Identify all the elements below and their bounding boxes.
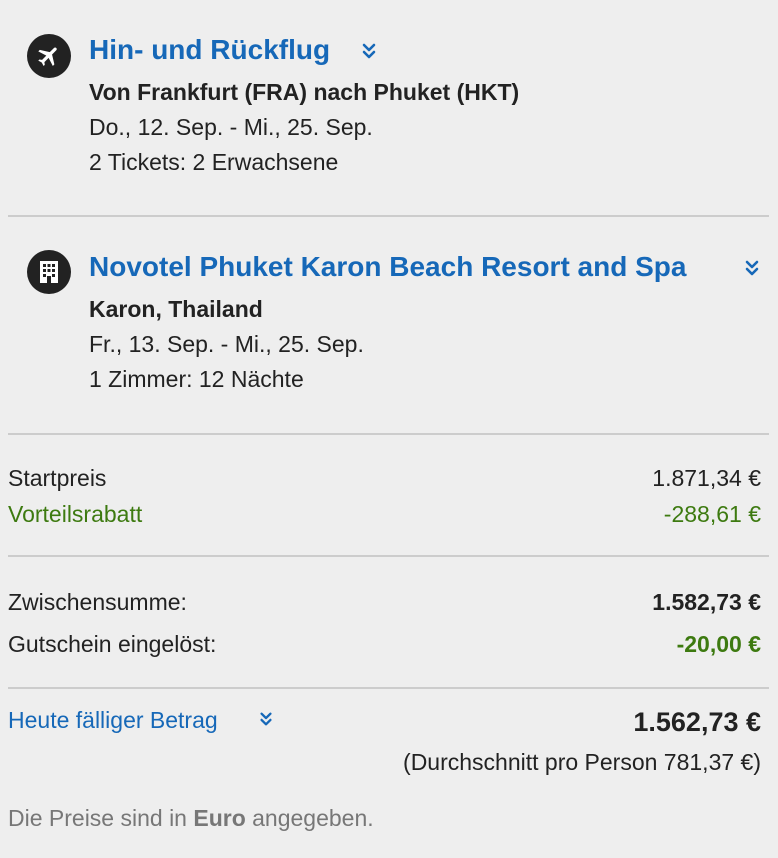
start-price-label: Startpreis [8,465,107,491]
hotel-dates: Fr., 13. Sep. - Mi., 25. Sep. [89,331,364,357]
divider [8,555,769,557]
flight-title-link[interactable]: Hin- und Rückflug [89,34,330,66]
divider [8,687,769,689]
currency-note: Die Preise sind in Euro angegeben. [8,805,374,832]
average-per-person: (Durchschnitt pro Person 781,37 €) [403,749,761,775]
building-icon [27,250,71,294]
voucher-value: -20,00 € [676,631,761,657]
divider [8,215,769,217]
divider [8,433,769,435]
flight-route: Von Frankfurt (FRA) nach Phuket (HKT) [89,79,520,105]
subtotal-label: Zwischensumme: [8,589,187,615]
due-amount-value: 1.562,73 € [633,707,761,737]
currency-note-prefix: Die Preise sind in [8,805,194,831]
hotel-location: Karon, Thailand [89,296,263,322]
discount-label: Vorteilsrabatt [8,501,143,527]
currency-note-suffix: angegeben. [245,805,374,831]
chevron-double-down-icon[interactable] [360,42,378,60]
hotel-title-link[interactable]: Novotel Phuket Karon Beach Resort and Sp… [89,251,686,283]
voucher-label: Gutschein eingelöst: [8,631,217,657]
start-price-value: 1.871,34 € [652,465,761,491]
currency-note-currency: Euro [193,805,246,831]
chevron-double-down-icon[interactable] [258,711,274,727]
due-amount-link[interactable]: Heute fälliger Betrag [8,707,218,734]
hotel-rooms: 1 Zimmer: 12 Nächte [89,366,304,392]
discount-value: -288,61 € [663,501,761,527]
flight-dates: Do., 12. Sep. - Mi., 25. Sep. [89,114,373,140]
subtotal-value: 1.582,73 € [652,589,761,615]
flight-tickets: 2 Tickets: 2 Erwachsene [89,149,339,175]
airplane-icon [27,34,71,78]
chevron-double-down-icon[interactable] [743,259,761,277]
